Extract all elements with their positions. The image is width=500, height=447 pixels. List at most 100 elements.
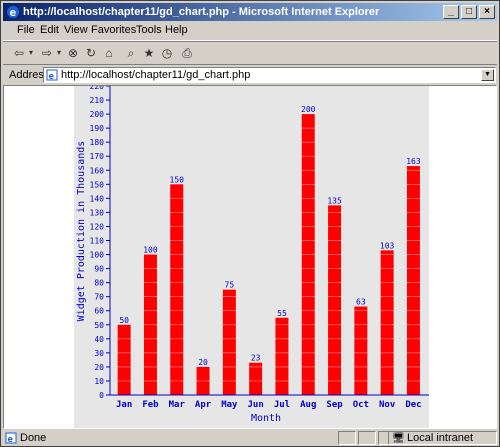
bar-value-label: 23 <box>251 354 261 363</box>
menu-view[interactable]: View <box>64 24 88 36</box>
y-axis-label: Widget Production in Thousands <box>76 141 87 322</box>
y-tick-label: 40 <box>94 335 104 344</box>
x-tick-label: Jan <box>116 400 132 410</box>
bar-oct <box>354 306 368 395</box>
status-text: Done <box>20 432 47 444</box>
x-tick-label: Feb <box>142 400 159 410</box>
address-dropdown-icon[interactable]: ▼ <box>481 69 494 81</box>
forward-icon[interactable]: ⇨ <box>39 45 55 61</box>
svg-text:e: e <box>10 6 17 19</box>
zone-panel: 🖥 Local intranet <box>388 431 497 445</box>
bar-value-label: 163 <box>406 157 421 166</box>
bar-mar <box>170 184 184 395</box>
x-tick-label: Aug <box>300 400 316 410</box>
window-title: http://localhost/chapter11/gd_chart.php … <box>23 6 380 18</box>
intranet-icon: 🖥 <box>392 433 405 444</box>
x-tick-label: Nov <box>379 400 396 410</box>
maximize-button[interactable]: □ <box>461 5 477 19</box>
bar-value-label: 50 <box>119 316 129 325</box>
x-tick-label: Mar <box>169 400 186 410</box>
menu-tools[interactable]: Tools <box>136 24 162 36</box>
zone-text: Local intranet <box>407 432 474 444</box>
page-icon: e <box>46 69 58 81</box>
y-tick-label: 150 <box>90 180 105 189</box>
minimize-button[interactable]: _ <box>443 5 459 19</box>
bar-value-label: 150 <box>170 175 185 184</box>
svg-text:e: e <box>8 435 14 444</box>
y-tick-label: 160 <box>90 166 105 175</box>
bar-chart: 0 10 20 30 40 50 60 70 80 90 100 110 120 130 140 150 160… <box>76 86 429 424</box>
menu-favorites[interactable]: Favorites <box>91 24 136 36</box>
bar-value-label: 100 <box>143 246 158 255</box>
back-icon[interactable]: ⇦ <box>11 45 27 61</box>
print-icon[interactable]: ⎙ <box>179 45 195 61</box>
search-icon[interactable]: ⌕ <box>123 45 139 61</box>
menu-file[interactable]: File <box>17 24 35 36</box>
y-tick-label: 170 <box>90 152 105 161</box>
address-bar: Address e http://localhost/chapter11/gd_… <box>3 64 497 85</box>
y-tick-label: 20 <box>94 363 104 372</box>
y-tick-label: 210 <box>90 96 105 105</box>
x-tick-label: Dec <box>405 400 421 410</box>
y-tick-label: 140 <box>90 194 105 203</box>
y-tick-label: 110 <box>90 237 105 246</box>
y-tick-label: 30 <box>94 349 104 358</box>
bar-jun <box>249 362 263 395</box>
home-icon[interactable]: ⌂ <box>101 45 117 61</box>
bar-value-label: 63 <box>356 298 366 307</box>
y-tick-label: 190 <box>90 124 105 133</box>
x-tick-label: Sep <box>326 400 343 410</box>
refresh-icon[interactable]: ↻ <box>83 45 99 61</box>
title-bar: e http://localhost/chapter11/gd_chart.ph… <box>3 3 497 21</box>
x-tick-label: Oct <box>353 400 369 410</box>
x-tick-label: Jul <box>274 400 290 410</box>
x-tick-label: May <box>221 400 238 410</box>
y-tick-label: 200 <box>90 110 105 119</box>
bar-sep <box>328 205 342 395</box>
status-bar: e Done 🖥 Local intranet <box>3 430 497 446</box>
x-axis-label: Month <box>251 413 281 424</box>
forward-dropdown-icon[interactable]: ▾ <box>55 45 63 61</box>
bar-dec <box>406 166 420 395</box>
y-tick-label: 0 <box>99 391 104 400</box>
bar-value-label: 55 <box>277 309 287 318</box>
favorites-icon[interactable]: ★ <box>141 45 157 61</box>
y-tick-label: 100 <box>90 251 105 260</box>
x-tick-label: Apr <box>195 400 212 410</box>
bar-value-label: 135 <box>327 196 342 205</box>
y-tick-label: 90 <box>94 265 104 274</box>
y-tick-label: 50 <box>94 321 104 330</box>
bar-jul <box>275 317 289 395</box>
history-icon[interactable]: ◷ <box>159 45 175 61</box>
bar-nov <box>380 250 394 395</box>
y-tick-label: 120 <box>90 222 105 231</box>
y-tick-label: 180 <box>90 138 105 147</box>
back-dropdown-icon[interactable]: ▾ <box>27 45 35 61</box>
bar-value-label: 20 <box>198 358 208 367</box>
status-cell <box>338 431 356 445</box>
status-cell <box>358 431 376 445</box>
stop-icon[interactable]: ⊗ <box>65 45 81 61</box>
address-url: http://localhost/chapter11/gd_chart.php <box>61 69 251 81</box>
done-page-icon: e <box>5 432 17 444</box>
menu-help[interactable]: Help <box>165 24 188 36</box>
y-tick-label: 70 <box>94 293 104 302</box>
y-tick-label: 220 <box>90 86 105 91</box>
standard-toolbar: ⇦ ▾ ⇨ ▾ ⊗ ↻ ⌂ ⌕ ★ ◷ ⎙ <box>3 41 497 65</box>
close-button[interactable]: × <box>479 5 495 19</box>
address-input[interactable]: e http://localhost/chapter11/gd_chart.ph… <box>43 67 496 83</box>
y-tick-label: 60 <box>94 307 104 316</box>
bar-value-label: 75 <box>225 281 235 290</box>
bar-value-label: 103 <box>380 241 395 250</box>
bar-value-label: 200 <box>301 105 316 114</box>
menu-bar: File Edit View Favorites Tools Help <box>3 22 497 41</box>
svg-text:e: e <box>49 72 55 81</box>
bar-jan <box>117 324 131 395</box>
page-content: 0 10 20 30 40 50 60 70 80 90 100 110 120 130 140 150 160… <box>3 85 497 429</box>
bar-may <box>222 289 236 395</box>
menu-edit[interactable]: Edit <box>40 24 59 36</box>
ie-logo-icon: e <box>7 6 19 19</box>
y-tick-label: 80 <box>94 279 104 288</box>
y-tick-label: 10 <box>94 377 104 386</box>
browser-window: e http://localhost/chapter11/gd_chart.ph… <box>0 0 500 447</box>
